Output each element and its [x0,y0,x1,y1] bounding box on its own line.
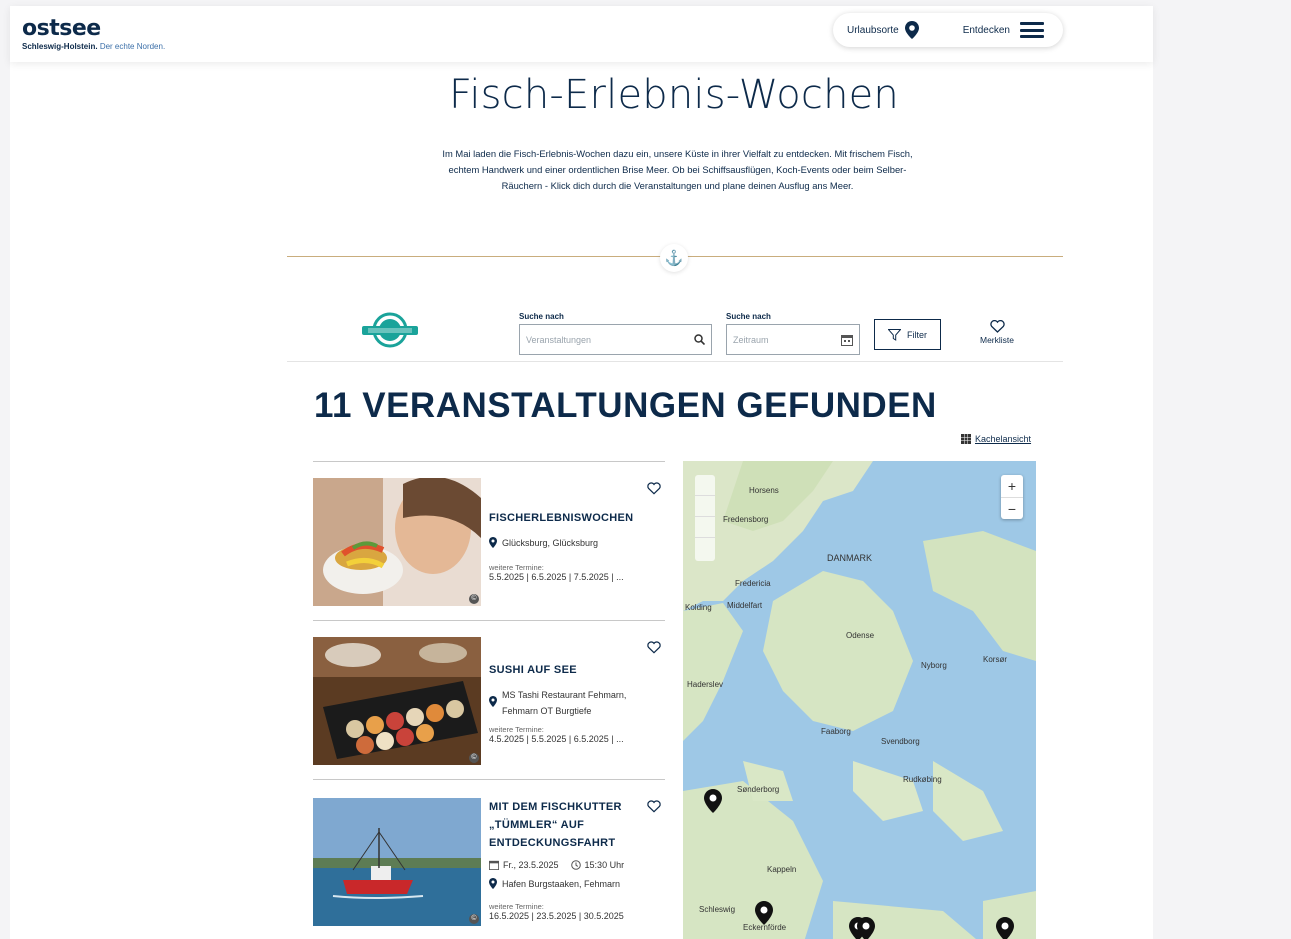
event-card[interactable]: © SUSHI AUF SEE MS Tashi Restaurant Fehm… [313,620,665,779]
event-location: Glücksburg, Glücksburg [489,535,654,551]
map-label: Sønderborg [737,785,780,794]
layers-icon[interactable] [695,538,715,559]
zoom-in-button[interactable]: + [1001,475,1023,497]
event-card[interactable]: © FISCHERLEBNISWOCHEN Glücksburg, Glücks… [313,461,665,620]
logo-tagline: Schleswig-Holstein. Der echte Norden. [22,42,166,51]
map-label: DANMARK [827,553,873,563]
map-zoom-controls: + − [1001,475,1023,519]
map-label: Faaborg [821,727,851,736]
event-list: © FISCHERLEBNISWOCHEN Glücksburg, Glücks… [313,461,665,939]
event-location: Hafen Burgstaaken, Fehmarn [489,876,654,892]
map-label: Rudkøbing [903,775,942,784]
map-label: Fredensborg [723,515,769,524]
page-title: Fisch-Erlebnis-Wochen [449,72,899,118]
drop-icon[interactable] [695,517,715,538]
more-dates-label: weitere Termine: [489,725,544,734]
event-title[interactable]: MIT DEM FISCHKUTTER „TÜMMLER“ AUF ENTDEC… [489,798,649,852]
map-label: Svendborg [881,737,920,746]
map-land [683,461,1036,939]
map-marker-icon[interactable] [996,917,1014,939]
grid-icon [961,434,971,444]
map-label: Odense [846,631,875,640]
map-pin-icon [904,21,919,39]
map-label: Horsens [749,486,779,495]
map-label: Middelfart [727,601,763,610]
event-image[interactable]: © [313,478,481,606]
location-pin-icon [489,696,497,707]
nav-holiday-destinations[interactable]: Urlaubsorte [847,21,919,39]
event-photo [313,798,481,926]
nav-holiday-label: Urlaubsorte [847,24,899,36]
event-photo [313,637,481,765]
search-input[interactable]: Veranstaltungen [519,324,712,355]
more-dates: 5.5.2025 | 6.5.2025 | 7.5.2025 | ... [489,572,624,582]
event-title[interactable]: SUSHI AUF SEE [489,661,649,679]
filter-button-label: Filter [907,329,927,340]
logo-wordmark: ostsee [22,16,101,41]
map-label: Schleswig [699,905,736,914]
copyright-icon: © [469,594,479,604]
watchlist-label: Merkliste [979,335,1014,345]
header: ostsee Schleswig-Holstein. Der echte Nor… [10,6,1153,62]
filter-button[interactable]: Filter [874,319,941,350]
results-count-heading: 11 VERANSTALTUNGEN GEFUNDEN [314,386,937,425]
event-card[interactable]: © MIT DEM FISCHKUTTER „TÜMMLER“ AUF ENTD… [313,779,665,939]
filter-icon [888,328,901,341]
heart-icon [989,319,1005,333]
map-label: Korsør [983,655,1007,664]
event-photo [313,478,481,606]
nav-explore-label: Entdecken [962,24,1010,36]
search-icon [694,334,705,345]
heart-icon[interactable] [647,641,661,654]
more-dates: 4.5.2025 | 5.5.2025 | 6.5.2025 | ... [489,734,624,744]
copyright-icon: © [469,753,479,763]
menu-icon [1019,22,1044,38]
nav-pill: Urlaubsorte Entdecken [833,13,1063,47]
map-marker-icon[interactable] [857,917,875,939]
map-marker-icon[interactable] [704,789,722,813]
map-label: Kappeln [767,865,797,874]
more-dates-label: weitere Termine: [489,563,544,572]
clock-icon [570,860,581,870]
calendar-icon [841,334,853,346]
map-label: Nyborg [921,661,947,670]
map-toolbar[interactable] [695,475,715,561]
event-title[interactable]: FISCHERLEBNISWOCHEN [489,509,649,527]
more-dates: 16.5.2025 | 23.5.2025 | 30.5.2025 [489,911,624,921]
fish-weeks-badge-icon [362,312,418,348]
map-label: Fredericia [735,579,771,588]
logo[interactable]: ostsee Schleswig-Holstein. Der echte Nor… [22,16,166,52]
location-pin-icon [489,537,497,548]
heart-icon[interactable] [647,800,661,813]
anchor-icon: ⚓ [660,244,688,272]
nav-explore[interactable]: Entdecken [963,22,1044,38]
search-label: Suche nach [519,312,564,321]
calendar-icon [489,860,499,870]
map-label: Kolding [685,603,712,612]
date-label: Suche nach [726,312,771,321]
intro-text: Im Mai laden die Fisch-Erlebnis-Wochen d… [442,148,913,191]
map-marker-icon[interactable] [755,901,773,925]
location-pin-icon [489,878,497,889]
tile-view-label: Kachelansicht [975,434,1032,444]
event-date: Fr., 23.5.2025 15:30 Uhr [489,860,624,870]
event-image[interactable]: © [313,798,481,926]
event-image[interactable]: © [313,637,481,765]
event-map[interactable]: Horsens Fredericia DANMARK Kolding Midde… [683,461,1036,939]
filter-bar: Suche nach Veranstaltungen Suche nach Ze… [287,302,1063,362]
map-label: Haderslev [687,680,724,689]
copyright-icon: © [469,914,479,924]
tile-view-toggle[interactable]: Kachelansicht [961,434,1031,444]
hand-icon[interactable] [695,475,715,496]
date-range-input[interactable]: Zeitraum [726,324,860,355]
watchlist-link[interactable]: Merkliste [971,319,1023,345]
more-dates-label: weitere Termine: [489,902,544,911]
zoom-out-button[interactable]: − [1001,497,1023,519]
bookmark-icon[interactable] [695,496,715,517]
page: ostsee Schleswig-Holstein. Der echte Nor… [10,6,1153,939]
heart-icon[interactable] [647,482,661,495]
event-location: MS Tashi Restaurant Fehmarn, Fehmarn OT … [489,687,654,719]
